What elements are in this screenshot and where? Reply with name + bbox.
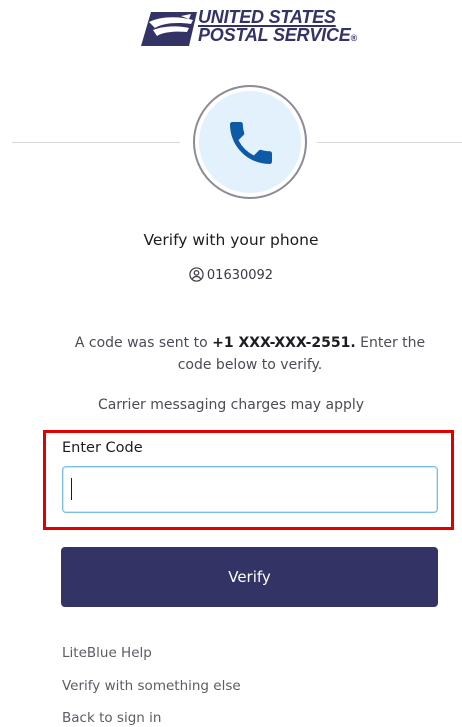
factor-icon-circle <box>193 85 307 199</box>
liteblue-help-link[interactable]: LiteBlue Help <box>62 645 152 661</box>
brand-line-2-text: POSTAL SERVICE <box>198 25 351 45</box>
masked-phone-number: +1 XXX-XXX-2551. <box>212 335 356 351</box>
brand-line-2: POSTAL SERVICE® <box>198 26 357 47</box>
verify-button[interactable]: Verify <box>61 547 438 607</box>
brand-line-1: UNITED STATES <box>198 7 336 27</box>
code-input[interactable] <box>62 466 438 513</box>
phone-icon <box>230 122 272 164</box>
divider-right <box>317 142 462 143</box>
user-circle-icon <box>189 267 204 282</box>
code-field-label: Enter Code <box>62 440 143 456</box>
page-title: Verify with your phone <box>143 231 319 249</box>
message-prefix: A code was sent to <box>74 335 213 351</box>
user-identifier: 01630092 <box>0 267 462 283</box>
text-caret <box>71 478 72 500</box>
user-id: 01630092 <box>206 268 274 283</box>
verify-with-something-else-link[interactable]: Verify with something else <box>62 678 241 694</box>
factor-icon-bg <box>199 91 301 193</box>
divider-left <box>12 142 180 143</box>
eagle-icon <box>141 12 197 46</box>
registered-mark: ® <box>350 33 358 43</box>
back-to-sign-in-link[interactable]: Back to sign in <box>62 710 161 726</box>
code-sent-message: A code was sent to +1 XXX-XXX-2551. Ente… <box>60 332 440 376</box>
carrier-notice: Carrier messaging charges may apply <box>97 397 365 413</box>
usps-logo: UNITED STATES POSTAL SERVICE® <box>141 8 363 52</box>
